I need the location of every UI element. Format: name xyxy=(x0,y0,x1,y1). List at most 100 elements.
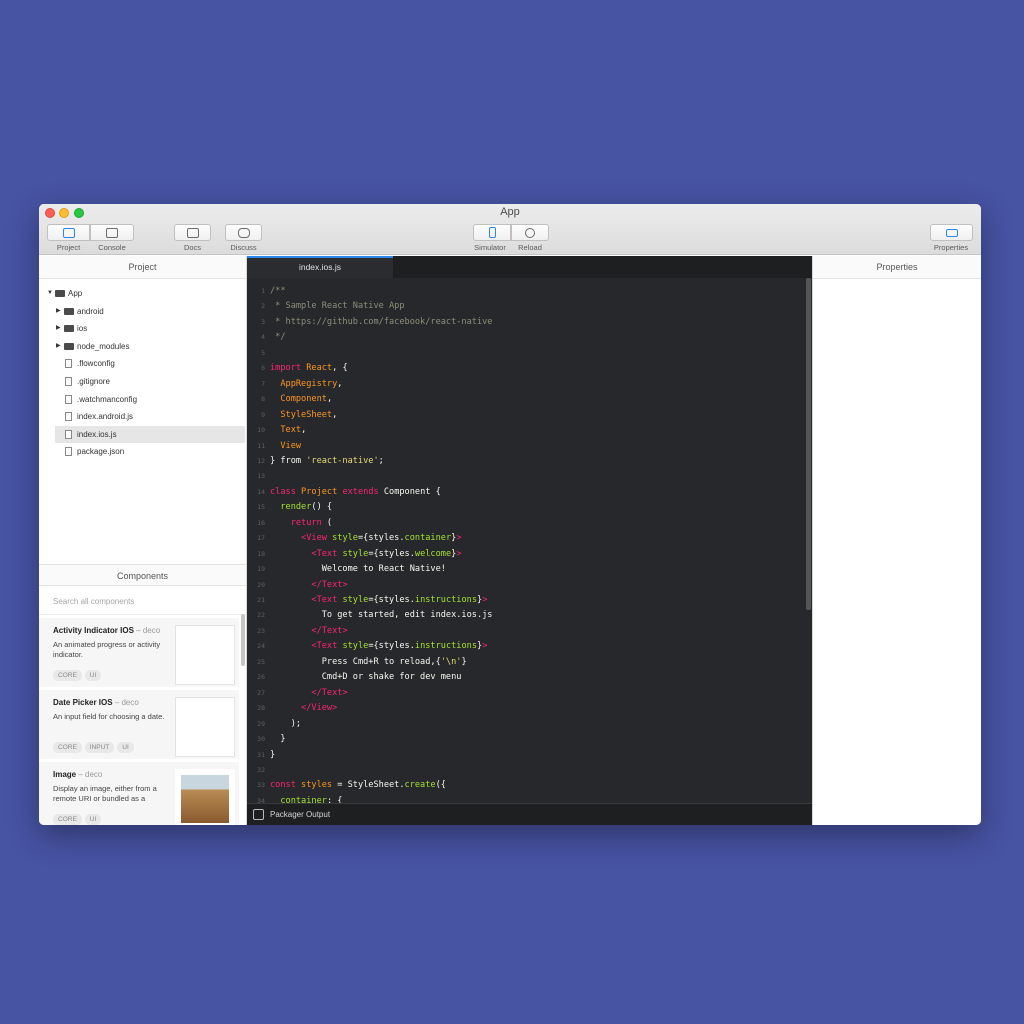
tree-item-label: android xyxy=(77,306,104,316)
tree-item[interactable]: index.ios.js xyxy=(55,425,245,443)
tree-item[interactable]: package.json xyxy=(39,443,245,460)
code-line: 1 /** xyxy=(247,284,286,299)
reload-icon xyxy=(525,227,535,238)
line-number: 7 xyxy=(261,379,265,388)
line-number: 33 xyxy=(257,781,265,790)
code-token: : { xyxy=(326,795,343,803)
line-number: 16 xyxy=(257,518,265,527)
code-area[interactable]: 1/** 2 * Sample React Native App 3 * https… xyxy=(247,280,807,803)
tree-item-label: package.json xyxy=(77,447,125,457)
code-token: ( xyxy=(321,517,333,528)
component-card[interactable]: Date Picker IOS – deco An input field for… xyxy=(39,690,239,760)
code-line: 29 ); xyxy=(247,717,301,732)
code-token: 'react-native' xyxy=(306,455,379,466)
toolbar: App Project Console Docs Discuss Simulat… xyxy=(39,204,981,255)
code-token: > xyxy=(456,533,462,544)
file-icon xyxy=(65,412,72,422)
code-token: */ xyxy=(270,332,286,343)
line-number: 13 xyxy=(257,472,265,481)
component-search-input[interactable]: Search all components xyxy=(39,589,246,615)
console-button[interactable] xyxy=(90,224,134,241)
tab-index-ios-js[interactable]: index.ios.js xyxy=(247,256,393,278)
caret-down-icon[interactable]: ▼ xyxy=(47,285,53,302)
docs-button[interactable] xyxy=(174,224,211,241)
terminal-icon xyxy=(106,227,118,238)
code-line: 7 AppRegistry, xyxy=(247,377,342,392)
line-number: 32 xyxy=(257,765,265,774)
code-token: <Text xyxy=(311,548,343,559)
caret-right-icon[interactable]: ▶ xyxy=(56,320,61,337)
line-number: 8 xyxy=(261,395,265,404)
code-token: } xyxy=(270,749,276,760)
caret-right-icon[interactable]: ▶ xyxy=(56,303,61,320)
editor-tab-bar: index.ios.js xyxy=(247,256,812,278)
simulator-button[interactable] xyxy=(473,224,511,241)
code-token: extends xyxy=(342,486,384,497)
code-line: 31} xyxy=(247,748,275,763)
properties-panel: Properties xyxy=(812,256,981,825)
code-line: 20 </Text> xyxy=(247,578,347,593)
code-editor: index.ios.js 1 /** 2 * Sample React Native… xyxy=(247,256,812,825)
packager-output-bar[interactable]: Packager Output xyxy=(247,803,812,825)
code-line: 2 * Sample React Native App xyxy=(247,299,404,314)
tree-item[interactable]: .gitignore xyxy=(39,373,245,390)
code-line: 25 Press Cmd+R to reload,{'\n'} xyxy=(247,655,466,670)
tree-item-label: index.ios.js xyxy=(77,429,117,439)
tag-badge: INPUT xyxy=(84,742,115,753)
code-line: 21 <Text style={styles.instructions}> xyxy=(247,593,487,608)
folder-icon xyxy=(64,307,74,315)
code-token: Welcome to React Native! xyxy=(270,564,446,575)
file-tree: ▼ App ▶ android ▶ ios ▶ node_modules .flowconfig… xyxy=(39,279,246,513)
line-number: 23 xyxy=(257,626,265,635)
tree-item[interactable]: ▶ node_modules xyxy=(39,338,245,355)
code-token: return xyxy=(290,517,322,528)
caret-right-icon[interactable]: ▶ xyxy=(56,338,61,355)
line-number: 24 xyxy=(257,642,265,651)
code-token: /** xyxy=(270,286,286,296)
line-number: 34 xyxy=(257,796,265,803)
code-line: 32 xyxy=(247,763,270,778)
component-list-scrollbar[interactable] xyxy=(241,614,245,666)
line-number: 26 xyxy=(257,673,265,682)
tree-item[interactable]: ▶ ios xyxy=(39,320,245,337)
code-line: 3 * https://github.com/facebook/react-na… xyxy=(247,315,492,330)
component-card[interactable]: Image – deco Display an image, either fro… xyxy=(39,762,239,825)
project-panel: Project ▼ App ▶ android ▶ ios ▶ node_modules .fl… xyxy=(39,256,247,825)
tree-item[interactable]: .watchmanconfig xyxy=(39,391,245,408)
code-token: StyleSheet xyxy=(280,409,333,420)
code-token: Press Cmd+R to reload,{ xyxy=(270,656,441,667)
code-line: 9 StyleSheet, xyxy=(247,408,337,423)
code-token: To get started, edit index.ios.js xyxy=(270,610,493,621)
code-line: 16 return ( xyxy=(247,516,332,531)
code-token: , xyxy=(332,409,338,420)
line-number: 18 xyxy=(257,549,265,558)
reload-button[interactable] xyxy=(511,224,549,241)
project-button[interactable] xyxy=(47,224,90,241)
line-number: 15 xyxy=(257,503,265,512)
tree-item[interactable]: ▼ App xyxy=(39,285,245,302)
code-token: Text xyxy=(280,425,302,436)
properties-button[interactable] xyxy=(930,224,973,241)
code-token: render xyxy=(280,502,312,513)
discuss-button[interactable] xyxy=(225,224,262,241)
line-number: 29 xyxy=(257,719,265,728)
code-line: 26 Cmd+D or shake for dev menu xyxy=(247,670,461,685)
tree-item-label: .gitignore xyxy=(77,377,110,386)
code-line: 18 <Text style={styles.welcome}> xyxy=(247,547,461,562)
tree-item[interactable]: index.android.js xyxy=(39,408,245,425)
code-token: style xyxy=(332,533,358,544)
tree-item[interactable]: .flowconfig xyxy=(39,355,245,372)
tree-item[interactable]: ▶ android xyxy=(39,303,245,320)
component-card[interactable]: Activity Indicator IOS – deco An animated… xyxy=(39,618,239,688)
code-token: const xyxy=(270,780,302,791)
code-token: container xyxy=(404,533,452,544)
editor-scrollbar[interactable] xyxy=(806,278,811,610)
code-token: <View xyxy=(301,533,333,544)
docs-label: Docs xyxy=(183,243,202,252)
line-number: 4 xyxy=(261,333,265,342)
tag-badge: UI xyxy=(117,742,134,753)
